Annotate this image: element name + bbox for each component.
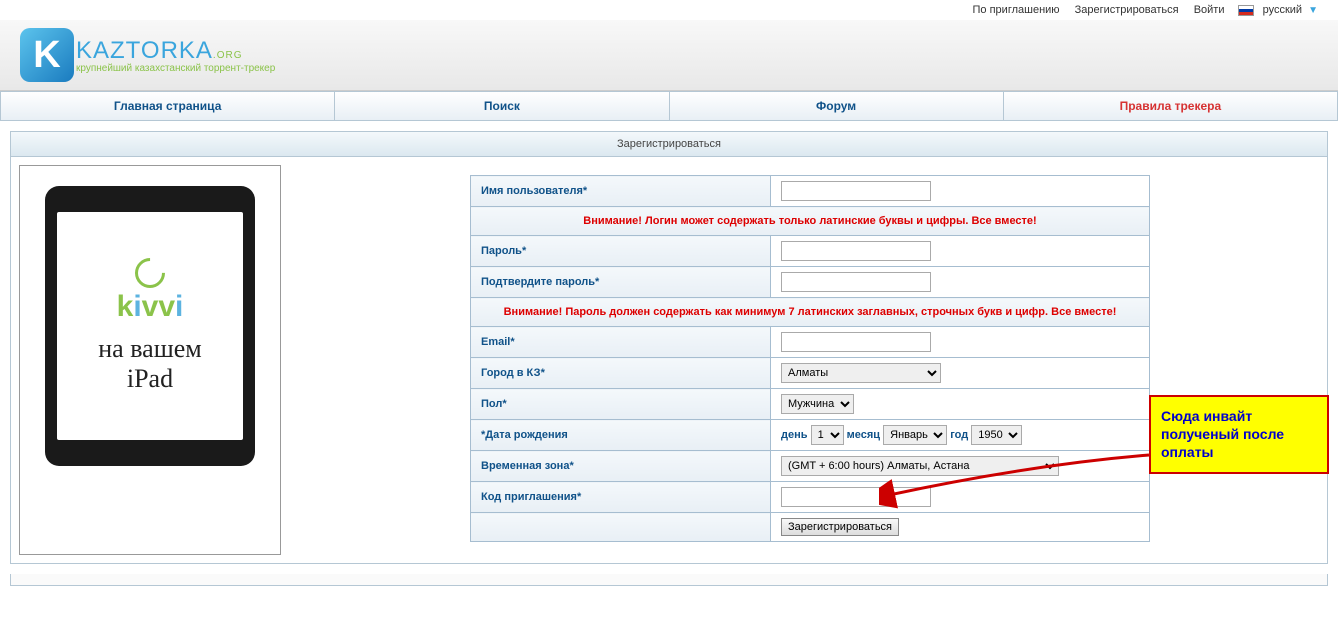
- language-selector[interactable]: русский: [1263, 4, 1302, 16]
- invite-code-input[interactable]: [781, 487, 931, 507]
- password-warning: Внимание! Пароль должен содержать как ми…: [471, 298, 1150, 327]
- footer-bar: [10, 574, 1328, 586]
- dob-month-select[interactable]: Январь: [883, 425, 947, 445]
- site-logo[interactable]: K KAZTORKA.ORG крупнейший казахстанский …: [20, 28, 1318, 82]
- email-label: Email*: [471, 327, 771, 358]
- registration-form: Имя пользователя* Внимание! Логин может …: [470, 175, 1150, 542]
- confirm-password-input[interactable]: [781, 272, 931, 292]
- logo-text-suffix: .ORG: [213, 50, 243, 61]
- username-input[interactable]: [781, 181, 931, 201]
- city-label: Город в КЗ*: [471, 358, 771, 389]
- gender-select[interactable]: Мужчина: [781, 394, 854, 414]
- dob-year-select[interactable]: 1950: [971, 425, 1022, 445]
- logo-tagline: крупнейший казахстанский торрент-трекер: [76, 63, 275, 74]
- timezone-select[interactable]: (GMT + 6:00 hours) Алматы, Астана: [781, 456, 1059, 476]
- tablet-graphic: kivvi на вашем iPad: [45, 186, 255, 466]
- ad-text: на вашем iPad: [98, 334, 201, 394]
- email-input[interactable]: [781, 332, 931, 352]
- submit-button[interactable]: Зарегистрироваться: [781, 518, 899, 536]
- invite-link[interactable]: По приглашению: [973, 4, 1060, 16]
- logo-icon: K: [20, 28, 74, 82]
- nav-forum[interactable]: Форум: [670, 92, 1004, 120]
- logo-text-main: KAZTORKA: [76, 37, 213, 64]
- dob-day-select[interactable]: 1: [811, 425, 844, 445]
- password-label: Пароль*: [471, 236, 771, 267]
- nav-rules[interactable]: Правила трекера: [1004, 92, 1337, 120]
- invite-code-label: Код приглашения*: [471, 482, 771, 513]
- confirm-password-label: Подтвердите пароль*: [471, 267, 771, 298]
- timezone-label: Временная зона*: [471, 451, 771, 482]
- password-input[interactable]: [781, 241, 931, 261]
- main-nav: Главная страница Поиск Форум Правила тре…: [0, 91, 1338, 121]
- username-label: Имя пользователя*: [471, 176, 771, 207]
- flag-icon: [1238, 5, 1254, 16]
- ad-brand: kivvi: [117, 290, 184, 324]
- page-title: Зарегистрироваться: [11, 132, 1327, 157]
- dob-label: *Дата рождения: [471, 420, 771, 451]
- annotation-callout: Сюда инвайт полученый после оплаты: [1149, 395, 1329, 474]
- gender-label: Пол*: [471, 389, 771, 420]
- sidebar-ad[interactable]: kivvi на вашем iPad: [19, 165, 281, 555]
- city-select[interactable]: Алматы: [781, 363, 941, 383]
- register-link[interactable]: Зарегистрироваться: [1075, 4, 1179, 16]
- login-warning: Внимание! Логин может содержать только л…: [471, 207, 1150, 236]
- chevron-down-icon: ▼: [1308, 5, 1318, 16]
- nav-home[interactable]: Главная страница: [1, 92, 335, 120]
- nav-search[interactable]: Поиск: [335, 92, 669, 120]
- refresh-icon: [129, 252, 171, 294]
- login-link[interactable]: Войти: [1194, 4, 1225, 16]
